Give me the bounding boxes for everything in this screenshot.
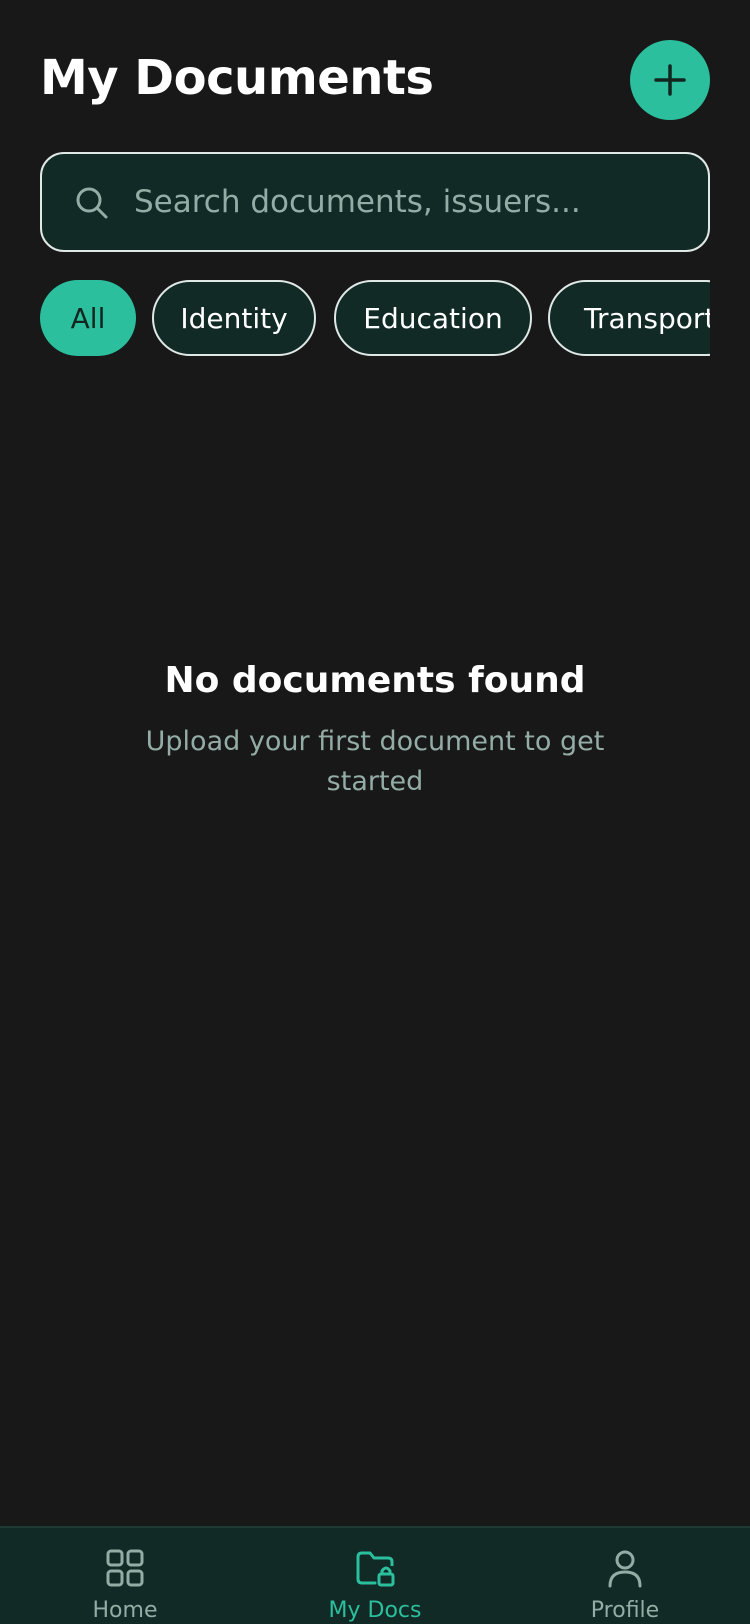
add-document-button[interactable]	[630, 40, 710, 120]
filter-chip-label: Identity	[180, 301, 288, 335]
filter-chip-label: Education	[363, 301, 503, 335]
page-title: My Documents	[40, 50, 434, 106]
nav-label-my-docs: My Docs	[328, 1598, 422, 1623]
documents-screen: My Documents All Identity Education Tran…	[0, 0, 750, 1624]
filter-chip-all[interactable]: All	[40, 280, 136, 356]
nav-label-home: Home	[92, 1598, 158, 1623]
empty-state-subtitle: Upload your first document to get starte…	[145, 726, 605, 797]
filter-chip-education[interactable]: Education	[334, 280, 532, 356]
folder-lock-icon	[356, 1551, 395, 1587]
filter-chips: All Identity Education Transport	[40, 280, 710, 356]
nav-item-profile[interactable]: Profile	[500, 1528, 750, 1624]
filter-chip-label: Transport	[584, 301, 710, 335]
filter-chip-label: All	[70, 301, 106, 335]
search-input[interactable]	[134, 154, 694, 250]
nav-item-my-docs[interactable]: My Docs	[250, 1528, 500, 1624]
user-icon	[608, 1550, 642, 1588]
nav-item-home[interactable]: Home	[0, 1528, 250, 1624]
plus-icon	[654, 64, 686, 96]
bottom-navigation: Home My Docs Profile	[0, 1526, 750, 1624]
filter-chip-transport[interactable]: Transport	[548, 280, 710, 356]
search-bar[interactable]	[40, 152, 710, 252]
search-icon	[76, 187, 108, 219]
nav-label-profile: Profile	[590, 1598, 660, 1623]
empty-state-title: No documents found	[164, 660, 586, 701]
grid-icon	[106, 1549, 144, 1587]
filter-chip-identity[interactable]: Identity	[152, 280, 316, 356]
